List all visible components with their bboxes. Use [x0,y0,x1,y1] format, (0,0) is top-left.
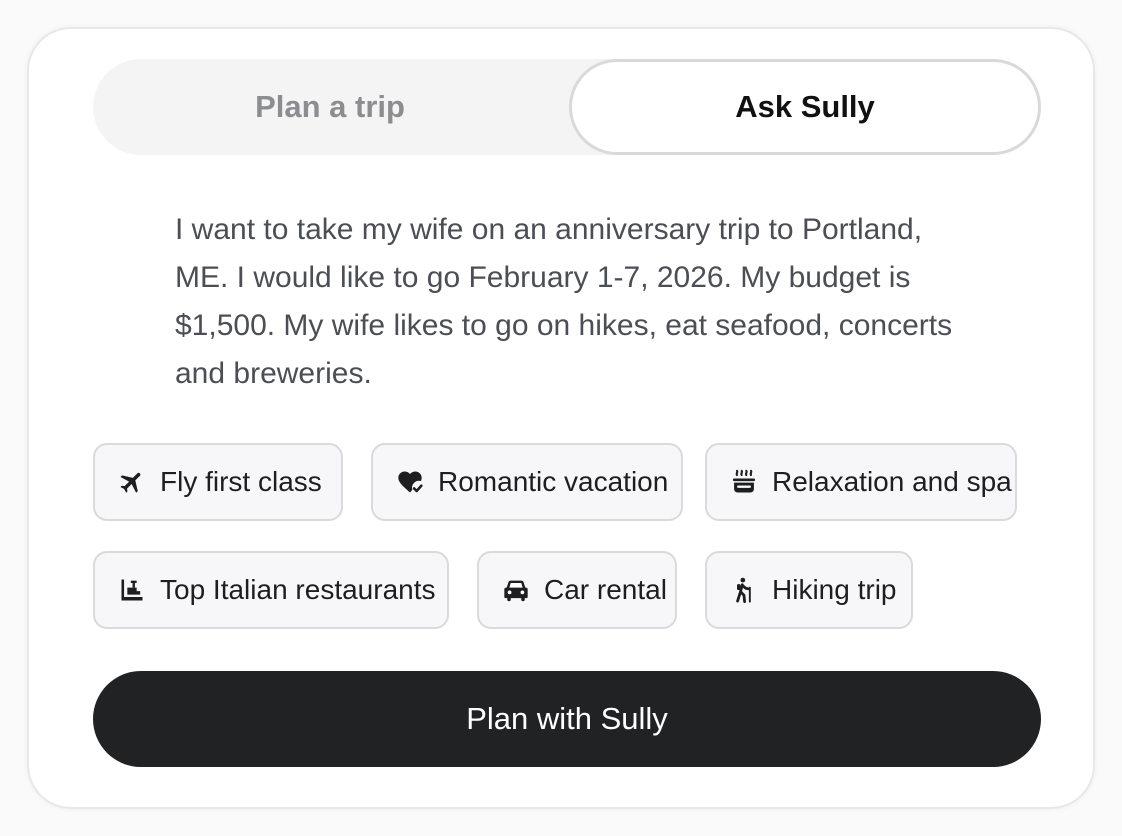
trip-request-text[interactable]: I want to take my wife on an anniversary… [175,206,1035,398]
hot-tub-icon [727,465,761,499]
suggestion-car-rental[interactable]: Car rental [477,551,677,629]
suggestion-hiking-trip[interactable]: Hiking trip [705,551,913,629]
trip-planner-card: Plan a trip Ask Sully I want to take my … [27,27,1095,809]
hiker-icon [727,573,761,607]
suggestion-label: Hiking trip [772,574,897,605]
tab-ask-sully[interactable]: Ask Sully [569,59,1041,155]
suggestion-label: Relaxation and spa [772,466,1012,497]
plan-with-sully-button[interactable]: Plan with Sully [93,671,1041,767]
suggestion-top-italian-restaurants[interactable]: Top Italian restaurants [93,551,449,629]
suggestion-label: Romantic vacation [438,466,669,497]
suggestion-label: Fly first class [160,466,322,497]
suggestion-label: Top Italian restaurants [160,574,436,605]
suggestion-fly-first-class[interactable]: Fly first class [93,443,343,521]
mode-tabs: Plan a trip Ask Sully [93,59,1041,155]
car-icon [499,573,533,607]
tab-plan-a-trip[interactable]: Plan a trip [93,59,567,155]
heart-check-icon [393,465,427,499]
suggestion-label: Car rental [544,574,667,605]
airplane-icon [115,465,149,499]
suggestion-relaxation-and-spa[interactable]: Relaxation and spa [705,443,1017,521]
restaurant-icon [115,573,149,607]
suggestion-romantic-vacation[interactable]: Romantic vacation [371,443,683,521]
